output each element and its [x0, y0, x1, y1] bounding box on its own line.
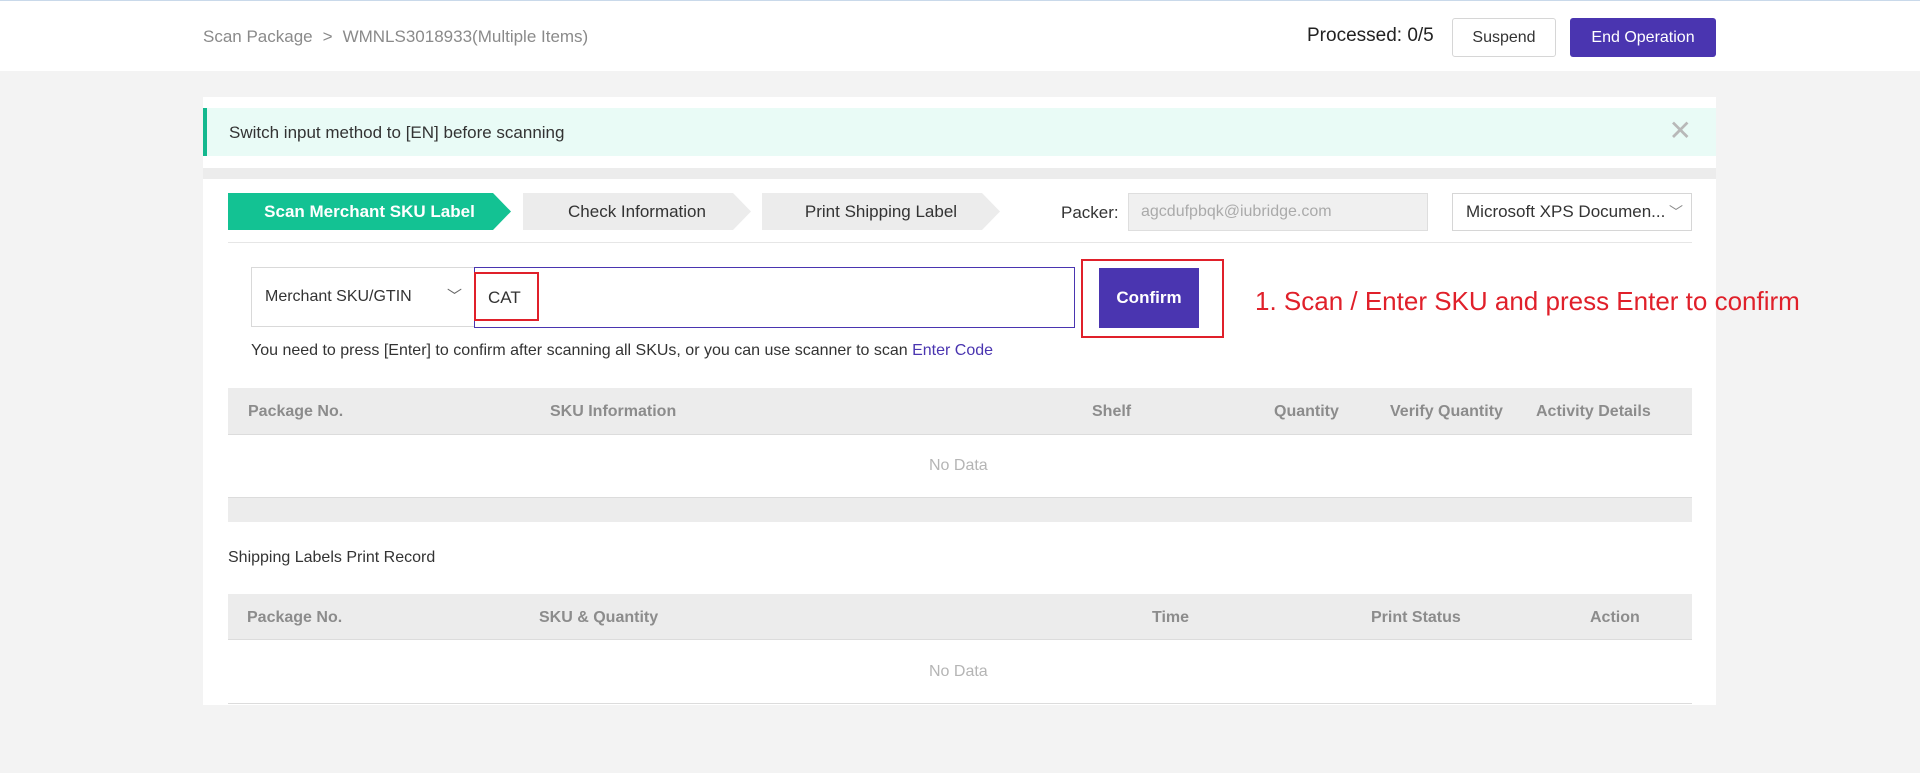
printer-selected-value: Microsoft XPS Documen... [1466, 202, 1666, 221]
step-check-information: Check Information [523, 193, 751, 230]
empty-state: No Data [929, 663, 988, 680]
column-header: Package No. [248, 403, 344, 420]
input-method-alert: Switch input method to [EN] before scann… [203, 108, 1716, 156]
step-scan-merchant-sku-label: Scan Merchant SKU Label [228, 193, 511, 230]
packer-field [1128, 193, 1428, 231]
breadcrumb-current: WMNLS3018933(Multiple Items) [342, 27, 589, 46]
breadcrumb-root[interactable]: Scan Package [203, 27, 313, 47]
column-header: Action [1590, 609, 1640, 626]
scan-hint: You need to press [Enter] to confirm aft… [251, 342, 993, 360]
column-header: Quantity [1274, 403, 1339, 420]
column-header: Shelf [1092, 403, 1132, 420]
step-print-shipping-label: Print Shipping Label [762, 193, 1000, 230]
instruction-annotation: 1. Scan / Enter SKU and press Enter to c… [1255, 286, 1800, 316]
divider [203, 168, 1716, 179]
step-label: Scan Merchant SKU Label [264, 201, 475, 221]
package-table-header: Package No. SKU Information Shelf Quanti… [228, 388, 1692, 435]
column-header: Verify Quantity [1390, 403, 1503, 420]
breadcrumb: Scan Package > WMNLS3018933(Multiple Ite… [203, 27, 588, 47]
breadcrumb-separator: > [322, 27, 333, 46]
empty-state: No Data [929, 457, 988, 474]
column-header: Activity Details [1536, 403, 1651, 420]
divider [228, 703, 1692, 704]
packer-label: Packer: [1061, 203, 1119, 222]
column-header: Time [1152, 609, 1190, 626]
step-label: Print Shipping Label [804, 201, 958, 221]
column-header: Print Status [1371, 609, 1461, 626]
chevron-down-icon: ﹀ [1669, 204, 1683, 220]
scan-hint-text: You need to press [Enter] to confirm aft… [251, 342, 913, 359]
suspend-button[interactable]: Suspend [1452, 18, 1556, 57]
table-footer [228, 498, 1692, 522]
processed-count: Processed: 0/5 [1307, 25, 1434, 46]
top-bar: Scan Package > WMNLS3018933(Multiple Ite… [0, 0, 1920, 71]
column-header: Package No. [247, 609, 343, 626]
print-record-table-header: Package No. SKU & Quantity Time Print St… [228, 594, 1692, 640]
scan-type-select[interactable]: Merchant SKU/GTIN ﹀ [251, 267, 475, 327]
step-label: Check Information [568, 201, 706, 221]
chevron-down-icon: ﹀ [446, 288, 462, 305]
column-header: SKU & Quantity [539, 609, 659, 626]
printer-select[interactable]: Microsoft XPS Documen... ﹀ [1452, 193, 1692, 231]
sku-input[interactable] [474, 267, 1075, 328]
enter-code-link[interactable]: Enter Code [912, 342, 993, 359]
scan-type-value: Merchant SKU/GTIN [265, 288, 412, 305]
close-icon[interactable]: ✕ [1669, 116, 1692, 146]
confirm-button[interactable]: Confirm [1099, 268, 1199, 328]
divider [228, 242, 1692, 243]
print-record-title: Shipping Labels Print Record [228, 549, 436, 566]
end-operation-button[interactable]: End Operation [1570, 18, 1716, 57]
alert-text: Switch input method to [EN] before scann… [229, 123, 565, 142]
column-header: SKU Information [550, 403, 677, 420]
